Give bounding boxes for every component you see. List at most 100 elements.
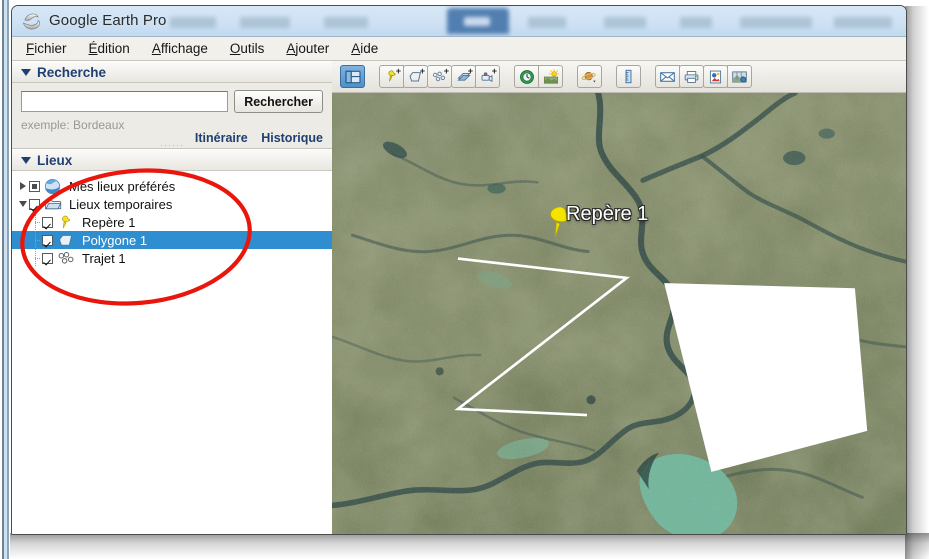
add-image-overlay-button[interactable]: + — [451, 65, 476, 88]
menu-affichage[interactable]: Affichage — [152, 41, 208, 56]
menu-ajouter[interactable]: Ajouter — [286, 41, 329, 56]
search-hint: exemple: Bordeaux — [21, 118, 125, 132]
menu-aide-rest: ide — [360, 41, 379, 56]
search-links: Itinéraire Historique — [185, 131, 323, 145]
menu-fichier[interactable]: Fichier — [26, 41, 67, 56]
background-blur-7 — [740, 17, 812, 28]
printer-icon — [684, 70, 699, 83]
checkbox-checked[interactable] — [29, 198, 40, 210]
checkbox-checked[interactable] — [42, 234, 53, 246]
window-shadow-bottom — [6, 533, 929, 559]
search-input[interactable] — [21, 91, 229, 112]
menu-ajouter-rest: jouter — [295, 41, 330, 56]
plus-badge-icon: + — [395, 66, 401, 76]
menubar: Fichier Édition Affichage Outils Ajouter… — [12, 37, 906, 61]
expander-collapsed-icon[interactable] — [16, 182, 29, 190]
plus-badge-icon: + — [467, 66, 473, 76]
sunlight-button[interactable] — [538, 65, 563, 88]
clock-icon — [519, 69, 534, 84]
background-blur-3 — [324, 17, 368, 28]
checkbox-checked[interactable] — [42, 252, 53, 264]
map-globe-icon — [732, 70, 747, 83]
panel-resize-grip[interactable]: ······ — [160, 141, 184, 150]
menu-edition[interactable]: Édition — [89, 41, 130, 56]
sun-icon — [543, 68, 559, 84]
menu-fichier-rest: ichier — [34, 41, 67, 56]
tree-item-polygone-1[interactable]: Polygone 1 — [12, 231, 332, 249]
map-side: + + + + + Repère 1 — [332, 61, 906, 534]
add-polygon-button[interactable]: + — [403, 65, 428, 88]
ruler-button[interactable] — [616, 65, 641, 88]
search-button[interactable]: Rechercher — [234, 90, 323, 113]
tree-connector — [29, 249, 42, 267]
window-title: Google Earth Pro — [49, 12, 167, 29]
chevron-down-icon — [21, 68, 31, 76]
checkbox-partial[interactable] — [29, 180, 40, 192]
save-image-button[interactable] — [703, 65, 728, 88]
background-blur-4 — [528, 17, 566, 28]
search-panel-title: Recherche — [37, 64, 107, 80]
record-tour-button[interactable]: + — [475, 65, 500, 88]
tree-item-repere-1[interactable]: Repère 1 — [12, 213, 332, 231]
toolbar: + + + + + — [332, 61, 906, 93]
menu-outils[interactable]: Outils — [230, 41, 265, 56]
toolbar-group-output — [655, 65, 752, 88]
search-panel-header[interactable]: Recherche — [12, 61, 332, 83]
sidebar-panel-icon — [344, 70, 361, 83]
places-panel-title: Lieux — [37, 152, 73, 168]
plus-badge-icon: + — [419, 66, 425, 76]
toolbar-group-time — [514, 65, 563, 88]
plus-badge-icon: + — [443, 66, 449, 76]
path-icon — [57, 250, 76, 266]
path-overlay — [454, 257, 630, 417]
tree-item-label: Polygone 1 — [82, 232, 148, 248]
view-in-maps-button[interactable] — [727, 65, 752, 88]
background-blur-6 — [680, 17, 712, 28]
menu-aide[interactable]: Aide — [351, 41, 378, 56]
window-left-edge-strip — [0, 0, 10, 559]
tree-item-lieux-temporaires[interactable]: Lieux temporaires — [12, 195, 332, 213]
polygon-icon — [57, 232, 76, 248]
background-blur-5 — [604, 17, 646, 28]
tree-item-label: Lieux temporaires — [69, 196, 173, 212]
ruler-icon — [625, 69, 632, 84]
checkbox-checked[interactable] — [42, 216, 53, 228]
toolbar-group-planet — [577, 65, 602, 88]
tree-item-label: Mes lieux préférés — [69, 178, 176, 194]
toolbar-group-add: + + + + + — [379, 65, 500, 88]
map-viewport[interactable]: Repère 1 — [332, 93, 906, 534]
earth-globe-icon — [22, 13, 40, 30]
planet-switch-button[interactable] — [577, 65, 602, 88]
toggle-sidebar-button[interactable] — [340, 65, 365, 88]
places-panel-header[interactable]: Lieux — [12, 149, 332, 171]
toolbar-group-ruler — [616, 65, 641, 88]
application-window: Google Earth Pro Fichier Édition Afficha… — [11, 5, 907, 535]
background-blur-8 — [834, 17, 892, 28]
tree-item-mes-lieux-preferes[interactable]: Mes lieux préférés — [12, 177, 332, 195]
tree-item-trajet-1[interactable]: Trajet 1 — [12, 249, 332, 267]
tree-item-label: Trajet 1 — [82, 250, 126, 266]
toolbar-group-view — [340, 65, 365, 88]
plus-badge-icon: + — [491, 66, 497, 76]
tree-connector — [29, 231, 42, 249]
planet-icon — [581, 71, 596, 82]
add-path-button[interactable]: + — [427, 65, 452, 88]
print-button[interactable] — [679, 65, 704, 88]
window-titlebar: Google Earth Pro — [12, 6, 906, 37]
search-panel-body: Rechercher exemple: Bordeaux Itinéraire … — [12, 83, 332, 150]
email-button[interactable] — [655, 65, 680, 88]
link-itineraire[interactable]: Itinéraire — [195, 131, 248, 145]
expander-expanded-icon[interactable] — [16, 201, 29, 207]
menu-affichage-rest: ffichage — [160, 41, 208, 56]
menu-edition-rest: dition — [97, 41, 130, 56]
add-placemark-button[interactable]: + — [379, 65, 404, 88]
search-row: Rechercher — [21, 90, 323, 113]
link-historique[interactable]: Historique — [261, 131, 323, 145]
background-blur-2 — [240, 17, 290, 28]
map-overlays — [454, 257, 868, 472]
background-blur-tab-text — [464, 17, 490, 26]
pushpin-icon — [57, 214, 76, 230]
menu-outils-rest: utils — [240, 41, 265, 56]
placemark-label: Repère 1 — [566, 203, 649, 225]
historical-imagery-button[interactable] — [514, 65, 539, 88]
